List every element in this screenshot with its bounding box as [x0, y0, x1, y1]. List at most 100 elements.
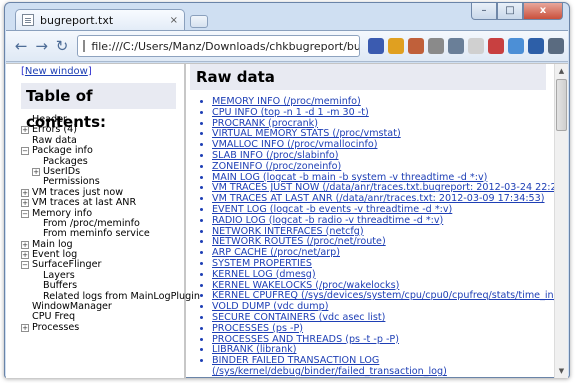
toc-item-label: Raw data: [32, 134, 77, 146]
raw-data-link[interactable]: KERNEL WAKELOCKS (/proc/wakelocks): [212, 280, 399, 291]
toc-item-label: UserIDs: [43, 165, 81, 177]
sidebar: [New window] Table of contents: Header + E…: [6, 64, 200, 378]
window-controls: – □ x: [471, 3, 563, 20]
extension-icon[interactable]: [527, 38, 544, 54]
minimize-button[interactable]: –: [471, 3, 497, 20]
toc-item-label: Processes: [32, 321, 80, 333]
raw-data-link[interactable]: MAIN LOG (logcat -b main -b system -v th…: [212, 172, 487, 183]
toc-item-label: Layers: [43, 269, 75, 281]
toc-item-label: Related logs from MainLogPlugin: [43, 290, 200, 302]
toc-item-label: Packages: [43, 155, 88, 167]
toc-item-label: Main log: [32, 238, 73, 250]
expand-icon[interactable]: +: [21, 251, 29, 260]
raw-data-link[interactable]: PROCESSES (ps -P): [212, 323, 303, 334]
toc-item-label: SurfaceFlinger: [32, 259, 102, 271]
extension-icon[interactable]: [467, 38, 484, 54]
collapse-icon[interactable]: −: [21, 261, 29, 270]
new-window-link[interactable]: New window: [25, 66, 88, 77]
expand-icon[interactable]: +: [21, 188, 29, 197]
expand-icon[interactable]: +: [21, 126, 29, 135]
raw-data-link[interactable]: MEMORY INFO (/proc/meminfo): [212, 96, 361, 107]
toc-item-label: CPU Freq: [32, 311, 76, 323]
scroll-up-icon[interactable]: ▲: [555, 64, 568, 78]
expand-icon[interactable]: +: [21, 199, 29, 208]
raw-data-link[interactable]: EVENT LOG (logcat -b events -v threadtim…: [212, 204, 452, 215]
close-window-button[interactable]: x: [523, 3, 563, 20]
toc-title: Table of contents:: [21, 83, 176, 131]
wrench-icon[interactable]: [547, 38, 564, 54]
reload-button[interactable]: ↻: [53, 36, 71, 56]
raw-data-link-list: MEMORY INFO (/proc/meminfo)CPU INFO (top…: [202, 96, 554, 378]
document-icon: [22, 14, 34, 26]
raw-data-link[interactable]: LIBRANK (librank): [212, 344, 296, 355]
expand-icon[interactable]: +: [32, 167, 40, 176]
url-text: file:///C:/Users/Manz/Downloads/chkbugre…: [91, 39, 359, 53]
page-title: Raw data: [190, 64, 546, 90]
vertical-scrollbar[interactable]: ▲ ▼: [554, 64, 568, 378]
scroll-down-icon[interactable]: ▼: [555, 364, 568, 378]
raw-data-link[interactable]: VM TRACES JUST NOW (/data/anr/traces.txt…: [212, 182, 554, 193]
browser-window: bugreport.txt × – □ x ← → ↻ file:///C:/U…: [4, 2, 570, 378]
main-panel: Raw data MEMORY INFO (/proc/meminfo)CPU …: [190, 64, 554, 378]
browser-toolbar: ← → ↻ file:///C:/Users/Manz/Downloads/ch…: [6, 30, 568, 62]
toc-item-label: Event log: [32, 249, 78, 261]
forward-button[interactable]: →: [32, 36, 50, 56]
extension-icon[interactable]: [447, 38, 464, 54]
raw-data-link[interactable]: ZONEINFO (/proc/zoneinfo): [212, 161, 341, 172]
raw-data-link[interactable]: (/sys/kernel/debug/binder/failed_transac…: [212, 366, 447, 377]
extension-toolbar: [367, 38, 568, 54]
extension-icon[interactable]: [407, 38, 424, 54]
toc-item-label: WindowManager: [32, 301, 112, 313]
toc-item-label: Header: [32, 114, 67, 125]
extension-icon[interactable]: [387, 38, 404, 54]
toc-item-label: From meminfo service: [43, 228, 150, 240]
raw-data-link[interactable]: VMALLOC INFO (/proc/vmallocinfo): [212, 139, 377, 150]
new-window-link-wrapper: [New window]: [21, 66, 92, 77]
back-button[interactable]: ←: [12, 36, 30, 56]
collapse-icon[interactable]: −: [21, 147, 29, 156]
toc-item-label: Buffers: [43, 280, 78, 292]
raw-data-link[interactable]: RADIO LOG (logcat -b radio -v threadtime…: [212, 215, 443, 226]
toc-item-label: VM traces at last ANR: [32, 197, 137, 209]
close-tab-icon[interactable]: ×: [170, 15, 178, 26]
raw-data-link[interactable]: VM TRACES AT LAST ANR (/data/anr/traces.…: [212, 193, 545, 204]
raw-data-link[interactable]: KERNEL LOG (dmesg): [212, 269, 316, 280]
expand-icon[interactable]: +: [21, 323, 29, 332]
raw-data-link[interactable]: CPU INFO (top -n 1 -d 1 -m 30 -t): [212, 107, 369, 118]
toc-item-label: Package info: [32, 145, 93, 157]
raw-data-link[interactable]: PROCESSES AND THREADS (ps -t -p -P): [212, 334, 399, 345]
page-content: [New window] Table of contents: Header + E…: [6, 63, 568, 378]
page-icon: [83, 40, 86, 52]
extension-icon[interactable]: [427, 38, 444, 54]
raw-data-link[interactable]: NETWORK ROUTES (/proc/net/route): [212, 236, 386, 247]
toc-item-label: Errors (4): [32, 124, 78, 136]
new-tab-button[interactable]: [190, 15, 208, 28]
raw-data-link[interactable]: VIRTUAL MEMORY STATS (/proc/vmstat): [212, 128, 401, 139]
toc-item-label: VM traces just now: [32, 186, 124, 198]
raw-data-link[interactable]: VOLD DUMP (vdc dump): [212, 301, 328, 312]
list-item: (/sys/kernel/debug/binder/failed_transac…: [212, 366, 554, 378]
extension-icon[interactable]: [507, 38, 524, 54]
toc-item[interactable]: + Processes: [21, 321, 184, 333]
collapse-icon[interactable]: −: [21, 209, 29, 218]
table-of-contents: Header + Errors (4) Raw data − Package info Pa…: [21, 114, 200, 333]
browser-tab[interactable]: bugreport.txt ×: [15, 9, 185, 30]
raw-data-link[interactable]: BINDER FAILED TRANSACTION LOG: [212, 355, 379, 366]
raw-data-link[interactable]: SYSTEM PROPERTIES: [212, 258, 312, 269]
scrollbar-thumb[interactable]: [556, 79, 567, 131]
raw-data-link[interactable]: SECURE CONTAINERS (vdc asec list): [212, 312, 385, 323]
raw-data-link[interactable]: PROCRANK (procrank): [212, 118, 318, 129]
bookmark-ext-icon[interactable]: [367, 38, 384, 54]
maximize-button[interactable]: □: [497, 3, 523, 20]
toc-item-label: From /proc/meminfo: [43, 217, 140, 229]
extension-icon[interactable]: [487, 38, 504, 54]
toc-item-label: Permissions: [43, 176, 100, 188]
tab-title: bugreport.txt: [40, 13, 114, 27]
raw-data-link[interactable]: KERNEL CPUFREQ (/sys/devices/system/cpu/…: [212, 290, 554, 301]
toc-item-label: Memory info: [32, 207, 93, 219]
address-bar[interactable]: file:///C:/Users/Manz/Downloads/chkbugre…: [77, 35, 360, 57]
raw-data-link[interactable]: SLAB INFO (/proc/slabinfo): [212, 150, 339, 161]
raw-data-link[interactable]: ARP CACHE (/proc/net/arp): [212, 247, 340, 258]
expand-icon[interactable]: +: [21, 240, 29, 249]
raw-data-link[interactable]: NETWORK INTERFACES (netcfg): [212, 226, 364, 237]
